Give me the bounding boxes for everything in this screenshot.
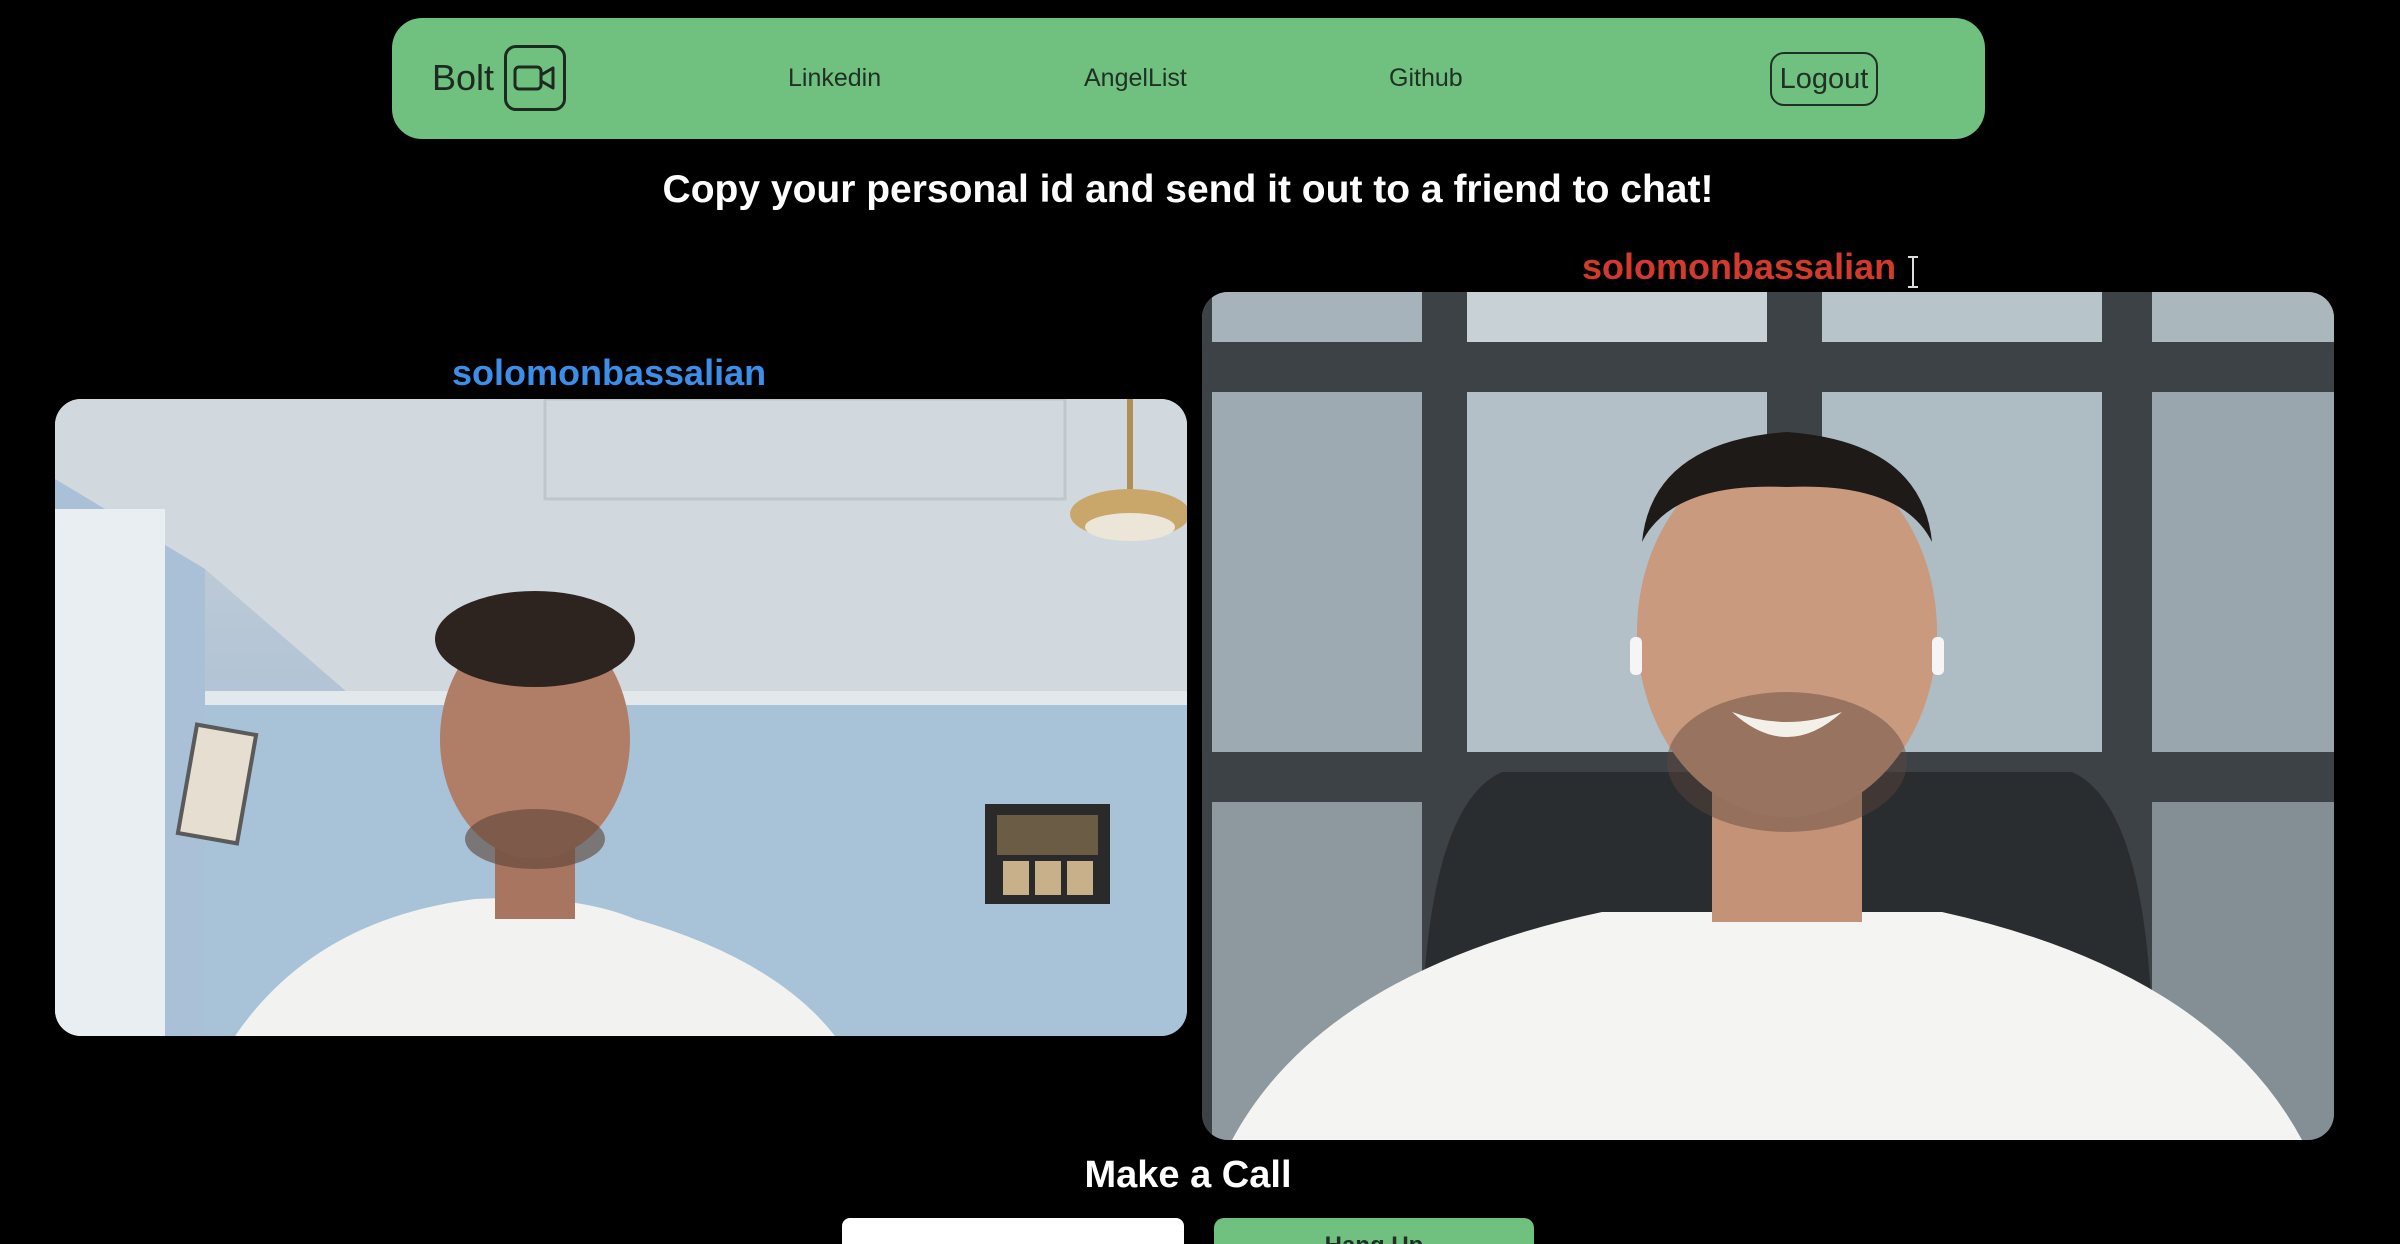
- call-id-input[interactable]: [842, 1218, 1184, 1244]
- instruction-text: Copy your personal id and send it out to…: [662, 168, 1714, 211]
- nav-link-linkedin[interactable]: Linkedin: [788, 64, 881, 93]
- navbar: Bolt Linkedin AngelList Github Logout: [392, 18, 1985, 139]
- remote-video: [1202, 292, 2334, 1140]
- video-camera-icon: [504, 45, 567, 111]
- make-call-heading: Make a Call: [1084, 1154, 1292, 1196]
- text-cursor-icon: [1908, 256, 1918, 288]
- brand-name: Bolt: [432, 57, 495, 98]
- local-video: [55, 399, 1187, 1036]
- hang-up-button[interactable]: Hang Up: [1214, 1218, 1534, 1244]
- nav-link-angellist[interactable]: AngelList: [1084, 64, 1187, 93]
- logout-button[interactable]: Logout: [1770, 52, 1878, 106]
- video-chat-page: Bolt Linkedin AngelList Github Logout Co…: [0, 0, 2400, 1244]
- remote-video-scene: [1202, 292, 2334, 1140]
- brand[interactable]: Bolt: [432, 43, 567, 113]
- nav-link-github[interactable]: Github: [1389, 64, 1463, 93]
- remote-username-label[interactable]: solomonbassalian: [1582, 246, 1896, 288]
- local-username-label[interactable]: solomonbassalian: [452, 352, 766, 394]
- local-video-scene: [55, 399, 1187, 1036]
